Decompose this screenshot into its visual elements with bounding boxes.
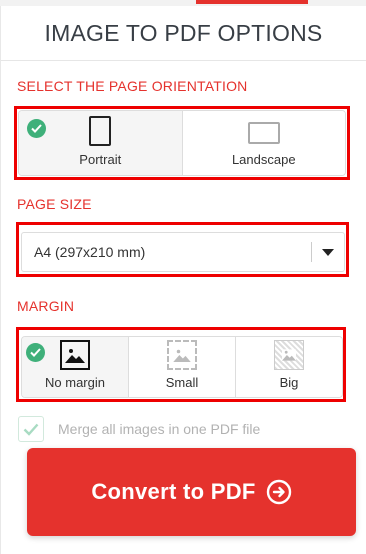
merge-images-label: Merge all images in one PDF file bbox=[58, 421, 261, 437]
margin-option-label: Small bbox=[165, 375, 199, 390]
orientation-section-title: SELECT THE PAGE ORIENTATION bbox=[17, 78, 248, 94]
orientation-option-label: Portrait bbox=[79, 152, 122, 167]
active-tab-indicator bbox=[196, 0, 308, 4]
margin-option-label: No margin bbox=[45, 375, 105, 390]
checkbox-icon[interactable] bbox=[18, 416, 44, 442]
page-size-select[interactable]: A4 (297x210 mm) bbox=[21, 232, 345, 272]
margin-option-small[interactable]: Small bbox=[128, 337, 235, 397]
margin-option-big[interactable]: Big bbox=[235, 337, 342, 397]
orientation-option-portrait[interactable]: Portrait bbox=[19, 111, 182, 175]
convert-to-pdf-button[interactable]: Convert to PDF bbox=[27, 448, 356, 536]
big-margin-image-icon bbox=[274, 340, 304, 370]
orientation-option-landscape[interactable]: Landscape bbox=[181, 111, 345, 175]
no-margin-image-icon bbox=[60, 340, 90, 370]
checkmark-icon bbox=[26, 343, 45, 362]
merge-images-checkbox[interactable]: Merge all images in one PDF file bbox=[18, 416, 260, 442]
margin-section-title: MARGIN bbox=[17, 298, 75, 314]
margin-option-label: Big bbox=[279, 375, 299, 390]
landscape-page-icon bbox=[247, 122, 280, 144]
orientation-option-label: Landscape bbox=[231, 152, 296, 167]
page-title: IMAGE TO PDF OPTIONS bbox=[44, 19, 323, 46]
convert-button-label: Convert to PDF bbox=[91, 479, 256, 504]
margin-selector: No margin Small Big bbox=[21, 336, 343, 398]
margin-option-no-margin[interactable]: No margin bbox=[22, 337, 128, 397]
arrow-circle-right-icon bbox=[266, 479, 292, 505]
page-size-value: A4 (297x210 mm) bbox=[34, 244, 146, 260]
small-margin-image-icon bbox=[167, 340, 197, 370]
chevron-down-icon[interactable] bbox=[312, 248, 344, 256]
portrait-page-icon bbox=[89, 116, 112, 146]
panel-header: IMAGE TO PDF OPTIONS bbox=[1, 6, 366, 61]
page-size-section-title: PAGE SIZE bbox=[17, 196, 92, 212]
orientation-selector: Portrait Landscape bbox=[18, 110, 346, 176]
checkmark-icon bbox=[27, 119, 46, 138]
options-panel: IMAGE TO PDF OPTIONS SELECT THE PAGE ORI… bbox=[0, 6, 366, 554]
